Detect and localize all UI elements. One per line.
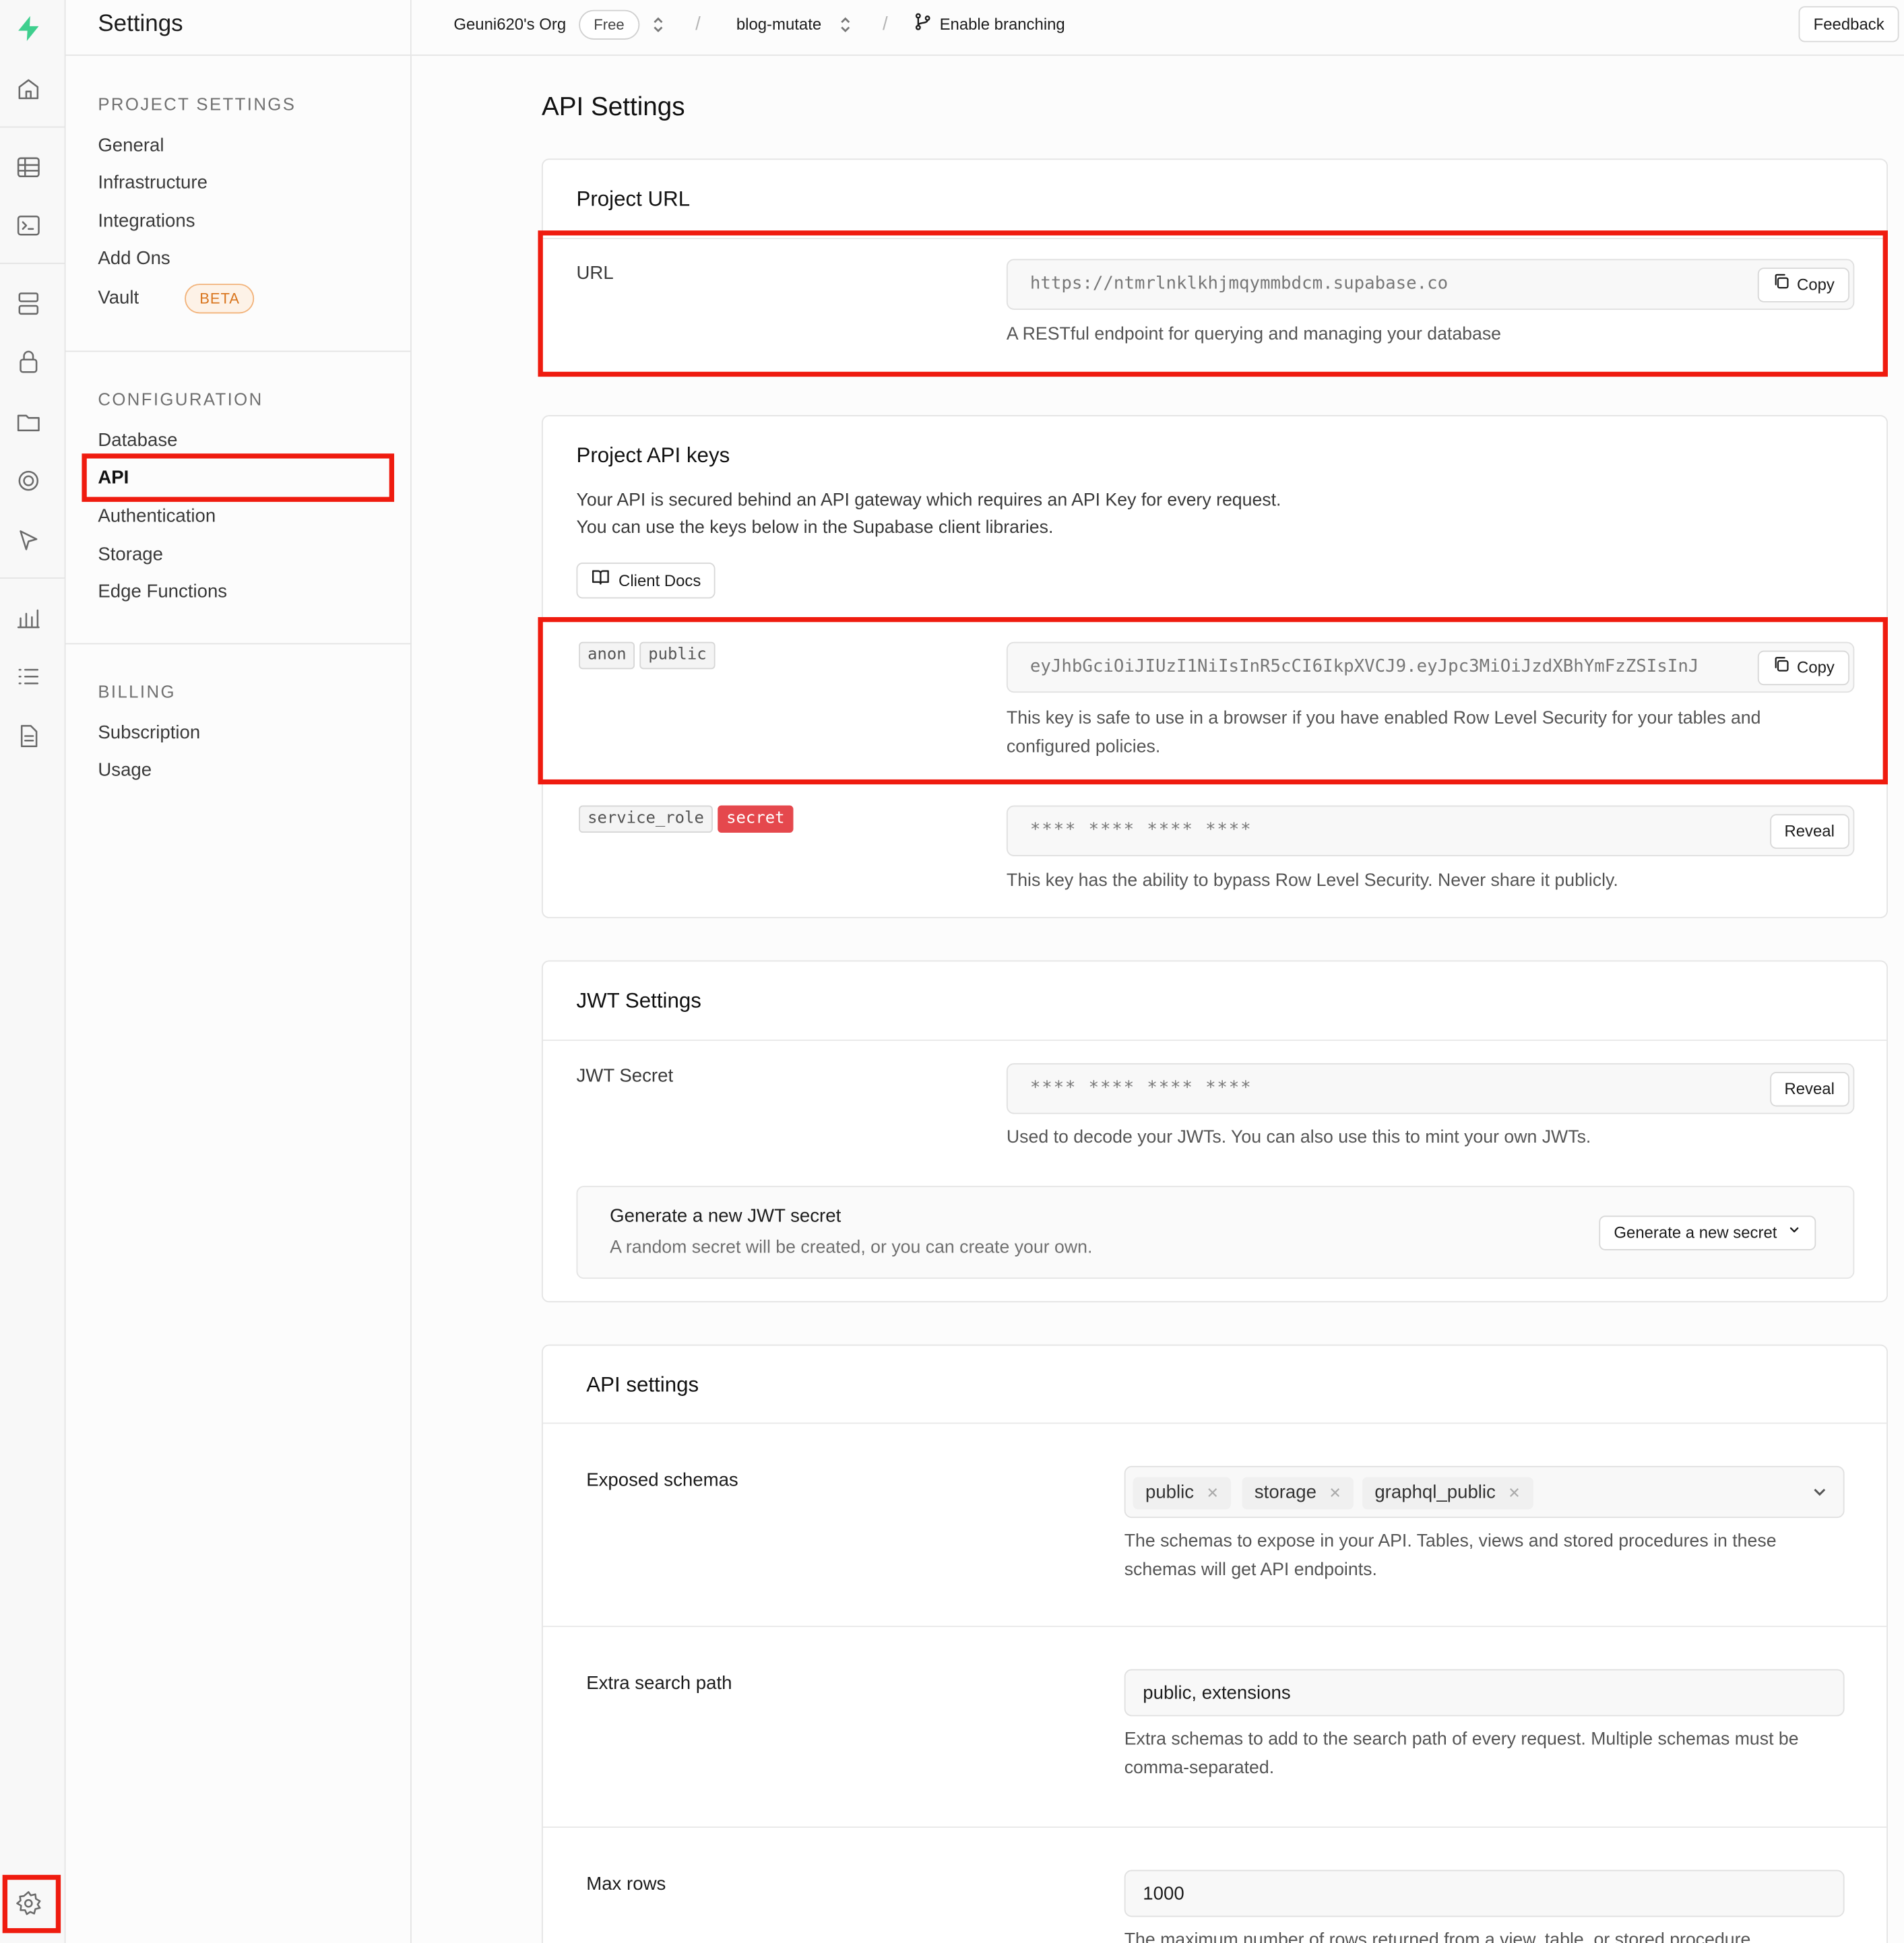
exposed-schemas-select[interactable]: public ✕ storage ✕ graphql_public ✕	[1124, 1465, 1845, 1519]
org-name[interactable]: Geuni620's Org	[453, 15, 566, 34]
realtime-icon[interactable]	[15, 467, 42, 494]
sidebar-item-infrastructure[interactable]: Infrastructure	[98, 172, 208, 193]
schema-chip-label: graphql_public	[1374, 1482, 1496, 1504]
reveal-service-key-button[interactable]: Reveal	[1769, 814, 1849, 849]
section-heading-billing: BILLING	[98, 681, 176, 702]
section-heading-configuration: CONFIGURATION	[98, 389, 263, 409]
enable-branching-label: Enable branching	[939, 15, 1065, 34]
jwt-secret-field[interactable]: **** **** **** **** Reveal	[1006, 1063, 1855, 1114]
page-title: API Settings	[541, 92, 685, 122]
table-editor-icon[interactable]	[15, 154, 42, 181]
jwt-settings-title: JWT Settings	[576, 988, 701, 1013]
sidebar-item-database[interactable]: Database	[98, 430, 177, 451]
service-role-tag: service_role	[579, 805, 713, 833]
schema-chip-public: public ✕	[1133, 1477, 1232, 1510]
sidebar-item-integrations[interactable]: Integrations	[98, 211, 195, 232]
service-role-key-field[interactable]: **** **** **** **** Reveal	[1006, 805, 1855, 856]
sidebar-item-add-ons[interactable]: Add Ons	[98, 248, 170, 269]
edge-functions-icon[interactable]	[15, 527, 42, 554]
max-rows-label: Max rows	[586, 1874, 666, 1895]
max-rows-description: The maximum number of rows returned from…	[1124, 1930, 1756, 1943]
home-icon[interactable]	[15, 75, 42, 102]
exposed-schemas-description: The schemas to expose in your API. Table…	[1124, 1531, 1777, 1581]
generate-jwt-description: A random secret will be created, or you …	[610, 1238, 1093, 1258]
sidebar-item-general[interactable]: General	[98, 135, 164, 156]
feedback-button[interactable]: Feedback	[1798, 6, 1899, 42]
jwt-secret-label: JWT Secret	[576, 1065, 674, 1087]
icon-rail	[0, 0, 66, 1943]
api-docs-icon[interactable]	[15, 722, 42, 749]
sidebar-item-subscription[interactable]: Subscription	[98, 722, 200, 743]
api-keys-intro-2: You can use the keys below in the Supaba…	[576, 517, 1054, 538]
api-settings-title: API settings	[586, 1372, 699, 1397]
sidebar-item-storage[interactable]: Storage	[98, 544, 163, 565]
remove-chip-icon[interactable]: ✕	[1329, 1484, 1341, 1502]
max-rows-value: 1000	[1143, 1883, 1184, 1905]
storage-icon[interactable]	[15, 408, 42, 435]
api-settings-card: API settings Exposed schemas public ✕ sto…	[541, 1344, 1889, 1943]
client-docs-button[interactable]: Client Docs	[576, 563, 716, 599]
service-role-description: This key has the ability to bypass Row L…	[1006, 871, 1618, 891]
settings-sidebar: Settings PROJECT SETTINGS General Infras…	[65, 0, 412, 1943]
plan-badge: Free	[579, 9, 639, 40]
sidebar-item-edge-functions[interactable]: Edge Functions	[98, 581, 227, 602]
highlight-anon-key-row	[538, 616, 1889, 785]
sql-editor-icon[interactable]	[15, 212, 42, 239]
breadcrumb-separator: /	[695, 13, 701, 35]
org-switcher-chevron-icon[interactable]	[651, 15, 666, 34]
schema-chip-storage: storage ✕	[1242, 1477, 1354, 1510]
reveal-jwt-secret-button[interactable]: Reveal	[1769, 1071, 1849, 1107]
sidebar-title: Settings	[98, 11, 183, 38]
sidebar-item-vault-label: Vault	[98, 287, 139, 309]
schema-chip-label: storage	[1254, 1482, 1316, 1504]
max-rows-input[interactable]: 1000	[1124, 1870, 1845, 1917]
section-heading-project-settings: PROJECT SETTINGS	[98, 94, 296, 115]
chevron-down-icon[interactable]	[1811, 1484, 1829, 1507]
breadcrumb-separator: /	[882, 13, 888, 35]
highlight-api-item	[82, 453, 395, 502]
app-window: Settings PROJECT SETTINGS General Infras…	[0, 0, 1904, 1943]
remove-chip-icon[interactable]: ✕	[1508, 1484, 1521, 1502]
beta-badge: BETA	[185, 284, 255, 314]
logs-list-icon[interactable]	[15, 663, 42, 690]
project-switcher-chevron-icon[interactable]	[838, 15, 853, 34]
enable-branching-button[interactable]: Enable branching	[914, 13, 1065, 35]
schema-chip-graphql-public: graphql_public ✕	[1362, 1477, 1533, 1510]
sidebar-item-vault[interactable]: Vault BETA	[98, 284, 255, 314]
api-keys-intro-1: Your API is secured behind an API gatewa…	[576, 490, 1281, 511]
sidebar-item-authentication[interactable]: Authentication	[98, 505, 216, 526]
highlight-url-row	[538, 230, 1889, 377]
service-role-key-value: **** **** **** ****	[1029, 820, 1252, 841]
api-keys-title: Project API keys	[576, 443, 730, 468]
auth-lock-icon[interactable]	[15, 348, 42, 375]
jwt-settings-card: JWT Settings JWT Secret **** **** **** *…	[541, 960, 1889, 1303]
generate-secret-label: Generate a new secret	[1614, 1223, 1777, 1242]
generate-jwt-title: Generate a new JWT secret	[610, 1205, 842, 1227]
jwt-secret-description: Used to decode your JWTs. You can also u…	[1006, 1127, 1591, 1148]
highlight-settings-icon	[2, 1874, 61, 1934]
extra-search-path-label: Extra search path	[586, 1673, 732, 1694]
client-docs-label: Client Docs	[618, 571, 701, 590]
schema-chip-label: public	[1145, 1482, 1195, 1504]
generate-jwt-panel: Generate a new JWT secret A random secre…	[576, 1186, 1855, 1279]
extra-search-path-description: Extra schemas to add to the search path …	[1124, 1729, 1799, 1779]
sidebar-header: Settings	[65, 0, 412, 56]
project-name[interactable]: blog-mutate	[736, 15, 821, 34]
jwt-secret-value: **** **** **** ****	[1029, 1078, 1252, 1098]
exposed-schemas-label: Exposed schemas	[586, 1469, 738, 1491]
reports-icon[interactable]	[15, 604, 42, 631]
secret-tag: secret	[718, 805, 794, 833]
database-icon[interactable]	[15, 290, 42, 317]
remove-chip-icon[interactable]: ✕	[1206, 1484, 1219, 1502]
chevron-down-icon	[1787, 1215, 1800, 1248]
project-url-title: Project URL	[576, 187, 691, 211]
extra-search-path-value: public, extensions	[1143, 1682, 1291, 1705]
sidebar-item-usage[interactable]: Usage	[98, 759, 152, 780]
supabase-logo-icon[interactable]	[15, 15, 42, 42]
top-bar: Geuni620's Org Free / blog-mutate / Enab…	[411, 0, 1904, 56]
extra-search-path-input[interactable]: public, extensions	[1124, 1669, 1845, 1717]
generate-secret-dropdown-button[interactable]: Generate a new secret	[1599, 1215, 1816, 1250]
book-icon	[592, 563, 610, 597]
git-branch-icon	[914, 13, 932, 35]
